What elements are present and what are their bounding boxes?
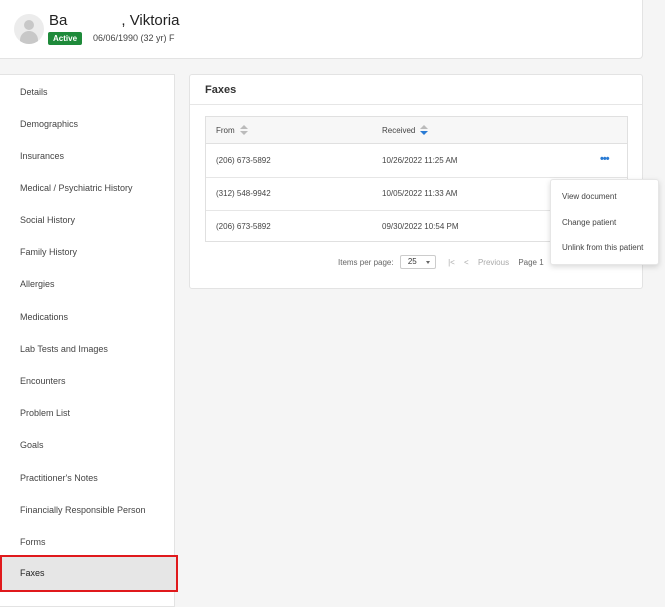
sidebar-item-faxes[interactable]: Faxes	[0, 555, 178, 592]
patient-header: Ba, Viktoria Active 06/06/1990 (32 yr) F	[0, 0, 643, 59]
fax-from: (206) 673-5892	[216, 222, 271, 231]
sidebar-item-goals[interactable]: Goals	[0, 429, 174, 461]
fax-from: (206) 673-5892	[216, 156, 271, 165]
previous-page-link[interactable]: Previous	[478, 258, 509, 267]
sidebar-item-financially-responsible[interactable]: Financially Responsible Person	[0, 494, 174, 526]
items-per-page-select[interactable]: 25	[399, 255, 436, 269]
prev-page-icon[interactable]: <	[464, 258, 469, 267]
sidebar-item-insurances[interactable]: Insurances	[0, 140, 174, 172]
sidebar-item-allergies[interactable]: Allergies	[0, 268, 174, 300]
table-header: From Received	[206, 117, 627, 144]
patient-name: Ba, Viktoria	[49, 12, 180, 29]
sidebar-item-family-history[interactable]: Family History	[0, 236, 174, 268]
sidebar-item-details[interactable]: Details	[0, 76, 174, 108]
fax-received: 10/26/2022 11:25 AM	[382, 156, 458, 165]
patient-dob: 06/06/1990 (32 yr) F	[93, 33, 175, 43]
column-header-received[interactable]: Received	[382, 117, 429, 144]
sidebar-item-medications[interactable]: Medications	[0, 301, 174, 333]
more-actions-icon[interactable]: •••	[600, 154, 614, 167]
column-header-from[interactable]: From	[216, 117, 248, 144]
items-per-page-label: Items per page:	[338, 257, 394, 267]
page-indicator: Page 1	[518, 257, 544, 267]
chevron-down-icon	[425, 261, 430, 264]
pagination: Items per page: 25 |< < Previous Page 1	[338, 255, 544, 271]
sidebar-item-practitioners-notes[interactable]: Practitioner's Notes	[0, 462, 174, 494]
sidebar-item-problem-list[interactable]: Problem List	[0, 397, 174, 429]
sort-icon	[239, 124, 248, 135]
menu-item-change-patient[interactable]: Change patient	[551, 210, 658, 235]
row-actions-menu: View document Change patient Unlink from…	[550, 179, 659, 265]
menu-item-unlink-patient[interactable]: Unlink from this patient	[551, 235, 658, 260]
first-page-icon[interactable]: |<	[448, 258, 455, 267]
divider	[190, 104, 642, 105]
sidebar-item-encounters[interactable]: Encounters	[0, 365, 174, 397]
fax-received: 10/05/2022 11:33 AM	[382, 189, 458, 198]
sidebar-nav: Details Demographics Insurances Medical …	[0, 74, 178, 607]
sidebar-item-lab-tests[interactable]: Lab Tests and Images	[0, 333, 174, 365]
status-badge: Active	[48, 32, 83, 45]
fax-received: 09/30/2022 10:54 PM	[382, 222, 459, 231]
sidebar-item-forms[interactable]: Forms	[0, 526, 174, 558]
sidebar-item-demographics[interactable]: Demographics	[0, 108, 174, 140]
menu-item-view-document[interactable]: View document	[551, 184, 658, 209]
table-row[interactable]: (206) 673-5892 10/26/2022 11:25 AM •••	[206, 145, 627, 178]
avatar-icon	[14, 14, 44, 44]
panel-title: Faxes	[205, 84, 237, 96]
sort-desc-icon	[420, 124, 429, 135]
sidebar-item-medical-history[interactable]: Medical / Psychiatric History	[0, 172, 174, 204]
sidebar-item-social-history[interactable]: Social History	[0, 204, 174, 236]
fax-from: (312) 548-9942	[216, 189, 271, 198]
